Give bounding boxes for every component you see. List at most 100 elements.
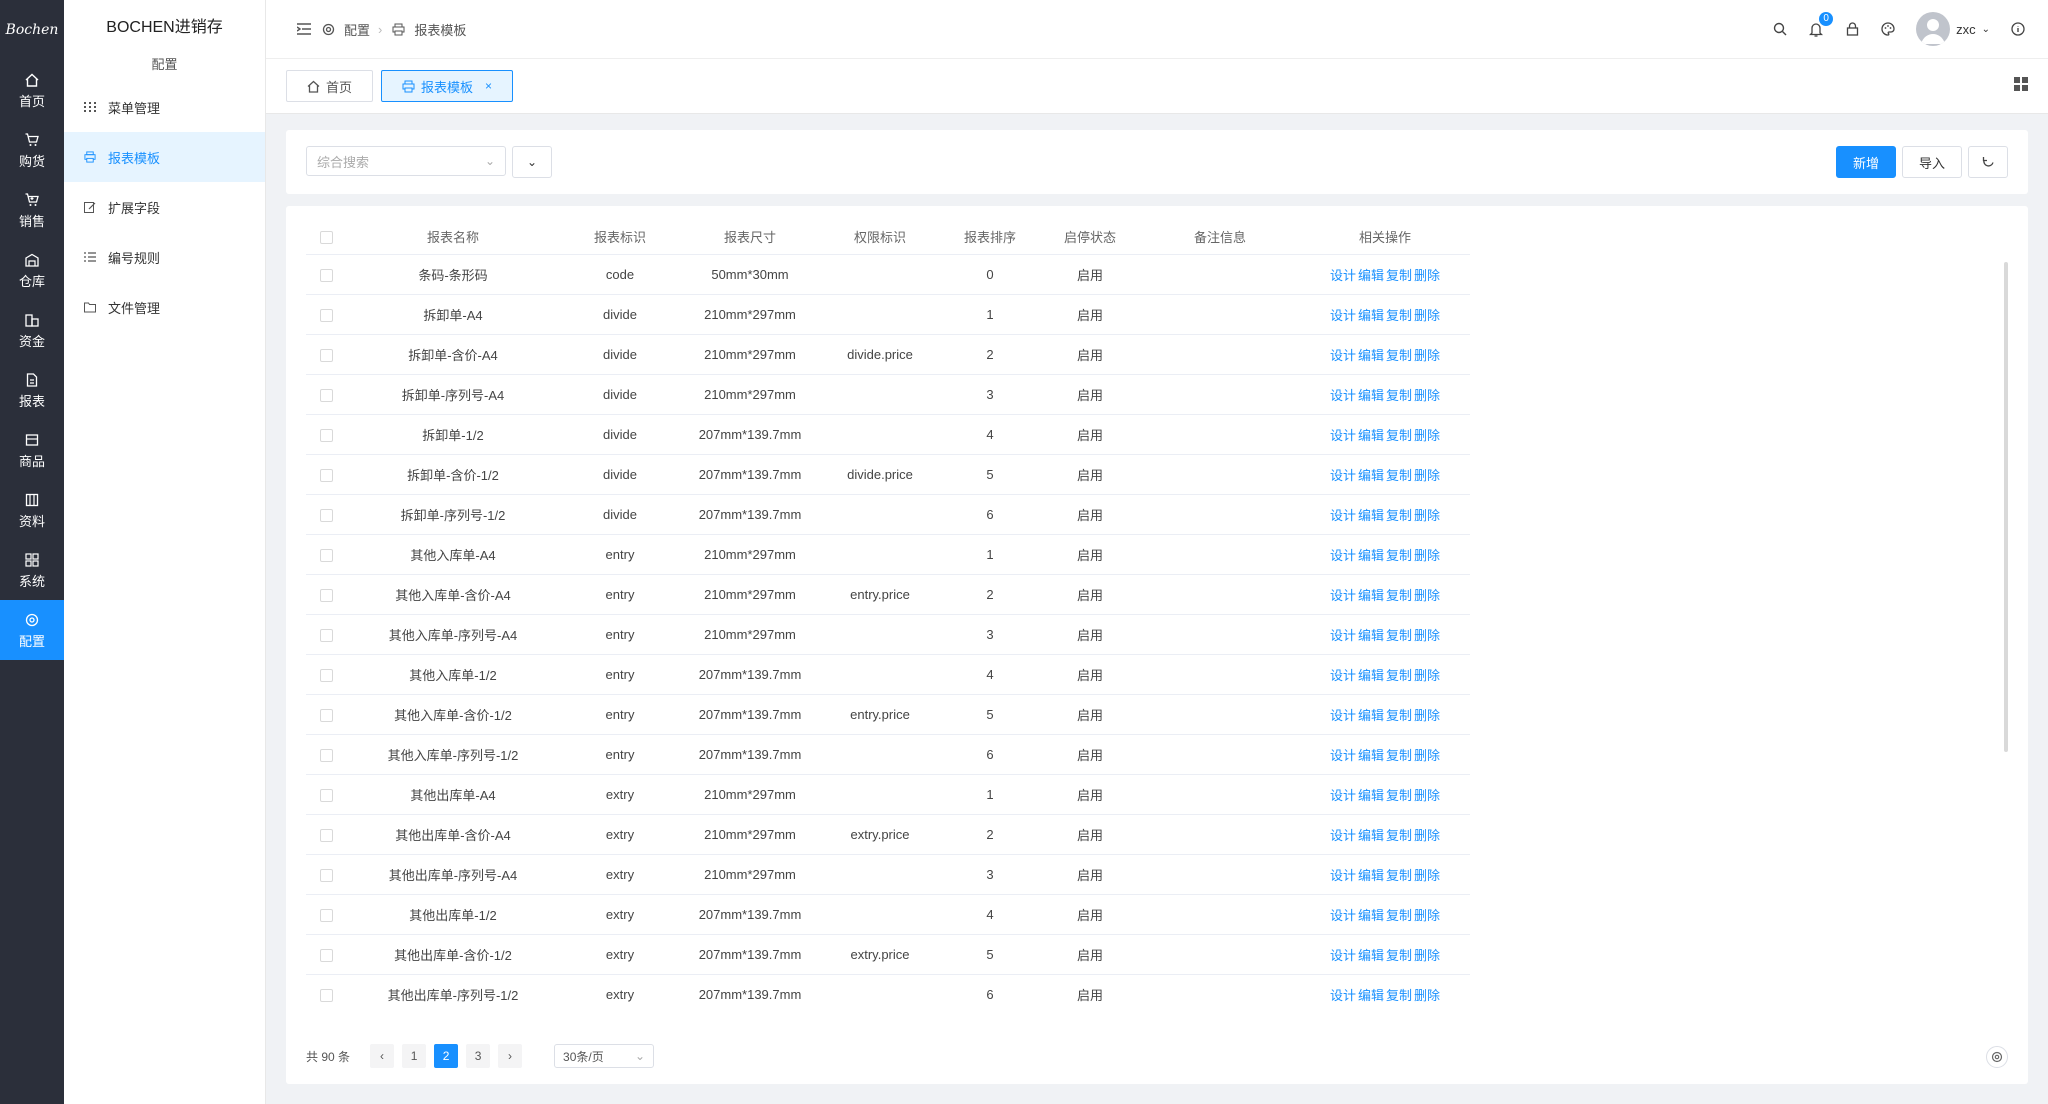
page-number-button[interactable]: 1 — [402, 1044, 427, 1068]
design-link[interactable]: 设计 — [1330, 548, 1356, 563]
rail-item[interactable]: 报表 — [0, 360, 64, 420]
edit-link[interactable]: 编辑 — [1358, 948, 1384, 963]
page-number-button[interactable]: 3 — [466, 1044, 491, 1068]
row-checkbox[interactable] — [319, 468, 333, 482]
table-settings-button[interactable] — [1986, 1046, 2008, 1068]
bell-icon[interactable]: 0 — [1808, 12, 1834, 37]
design-link[interactable]: 设计 — [1330, 308, 1356, 323]
row-checkbox[interactable] — [319, 708, 333, 722]
design-link[interactable]: 设计 — [1330, 668, 1356, 683]
copy-link[interactable]: 复制 — [1386, 988, 1412, 1003]
collapse-menu-icon[interactable] — [296, 21, 312, 37]
design-link[interactable]: 设计 — [1330, 388, 1356, 403]
add-button[interactable]: 新增 — [1836, 146, 1896, 178]
select-all-checkbox[interactable] — [319, 231, 333, 245]
row-checkbox[interactable] — [319, 868, 333, 882]
delete-link[interactable]: 删除 — [1414, 468, 1440, 483]
expand-search-button[interactable]: ⌄ — [512, 146, 552, 178]
copy-link[interactable]: 复制 — [1386, 788, 1412, 803]
rail-item[interactable]: 资金 — [0, 300, 64, 360]
design-link[interactable]: 设计 — [1330, 788, 1356, 803]
edit-link[interactable]: 编辑 — [1358, 348, 1384, 363]
copy-link[interactable]: 复制 — [1386, 868, 1412, 883]
rail-item[interactable]: 配置 — [0, 600, 64, 660]
edit-link[interactable]: 编辑 — [1358, 828, 1384, 843]
edit-link[interactable]: 编辑 — [1358, 708, 1384, 723]
vertical-scrollbar[interactable] — [2004, 262, 2008, 752]
edit-link[interactable]: 编辑 — [1358, 508, 1384, 523]
delete-link[interactable]: 删除 — [1414, 868, 1440, 883]
tab-home[interactable]: 首页 — [286, 70, 374, 102]
delete-link[interactable]: 删除 — [1414, 948, 1440, 963]
column-header[interactable]: 报表标识 — [560, 220, 680, 254]
row-checkbox[interactable] — [319, 348, 333, 362]
submenu-item[interactable]: 文件管理 — [64, 282, 265, 332]
row-checkbox[interactable] — [319, 948, 333, 962]
edit-link[interactable]: 编辑 — [1358, 908, 1384, 923]
delete-link[interactable]: 删除 — [1414, 428, 1440, 443]
submenu-item[interactable]: 扩展字段 — [64, 182, 265, 232]
refresh-button[interactable] — [1968, 146, 2008, 178]
edit-link[interactable]: 编辑 — [1358, 268, 1384, 283]
tab-report-template[interactable]: 报表模板 × — [381, 70, 514, 102]
copy-link[interactable]: 复制 — [1386, 668, 1412, 683]
row-checkbox[interactable] — [319, 668, 333, 682]
design-link[interactable]: 设计 — [1330, 588, 1356, 603]
copy-link[interactable]: 复制 — [1386, 748, 1412, 763]
design-link[interactable]: 设计 — [1330, 828, 1356, 843]
user-menu[interactable]: zxc ⌄ — [1916, 12, 1990, 46]
submenu-item[interactable]: 编号规则 — [64, 232, 265, 282]
row-checkbox[interactable] — [319, 268, 333, 282]
breadcrumb-item[interactable]: 配置 — [344, 20, 370, 39]
submenu-item[interactable]: 报表模板 — [64, 132, 265, 182]
copy-link[interactable]: 复制 — [1386, 348, 1412, 363]
edit-link[interactable]: 编辑 — [1358, 468, 1384, 483]
copy-link[interactable]: 复制 — [1386, 508, 1412, 523]
delete-link[interactable]: 删除 — [1414, 388, 1440, 403]
design-link[interactable]: 设计 — [1330, 748, 1356, 763]
rail-item[interactable]: 销售 — [0, 180, 64, 240]
copy-link[interactable]: 复制 — [1386, 628, 1412, 643]
row-checkbox[interactable] — [319, 628, 333, 642]
row-checkbox[interactable] — [319, 308, 333, 322]
close-icon[interactable]: × — [485, 79, 492, 93]
edit-link[interactable]: 编辑 — [1358, 428, 1384, 443]
design-link[interactable]: 设计 — [1330, 508, 1356, 523]
search-select[interactable]: 综合搜索 ⌄ — [306, 146, 506, 176]
design-link[interactable]: 设计 — [1330, 348, 1356, 363]
design-link[interactable]: 设计 — [1330, 708, 1356, 723]
rail-item[interactable]: 商品 — [0, 420, 64, 480]
row-checkbox[interactable] — [319, 388, 333, 402]
delete-link[interactable]: 删除 — [1414, 628, 1440, 643]
delete-link[interactable]: 删除 — [1414, 268, 1440, 283]
design-link[interactable]: 设计 — [1330, 268, 1356, 283]
edit-link[interactable]: 编辑 — [1358, 748, 1384, 763]
delete-link[interactable]: 删除 — [1414, 748, 1440, 763]
edit-link[interactable]: 编辑 — [1358, 788, 1384, 803]
copy-link[interactable]: 复制 — [1386, 908, 1412, 923]
palette-icon[interactable] — [1880, 21, 1896, 37]
layout-grid-icon[interactable] — [2014, 76, 2028, 96]
copy-link[interactable]: 复制 — [1386, 428, 1412, 443]
delete-link[interactable]: 删除 — [1414, 508, 1440, 523]
info-icon[interactable] — [2010, 21, 2026, 37]
edit-link[interactable]: 编辑 — [1358, 308, 1384, 323]
column-header[interactable]: 启停状态 — [1040, 220, 1140, 254]
design-link[interactable]: 设计 — [1330, 468, 1356, 483]
copy-link[interactable]: 复制 — [1386, 268, 1412, 283]
design-link[interactable]: 设计 — [1330, 868, 1356, 883]
page-size-select[interactable]: 30条/页 ⌄ — [554, 1044, 655, 1068]
row-checkbox[interactable] — [319, 908, 333, 922]
rail-item[interactable]: 资料 — [0, 480, 64, 540]
copy-link[interactable]: 复制 — [1386, 468, 1412, 483]
next-page-button[interactable]: › — [498, 1044, 523, 1068]
delete-link[interactable]: 删除 — [1414, 548, 1440, 563]
column-header[interactable]: 报表排序 — [940, 220, 1040, 254]
edit-link[interactable]: 编辑 — [1358, 588, 1384, 603]
page-number-button[interactable]: 2 — [434, 1044, 459, 1068]
edit-link[interactable]: 编辑 — [1358, 668, 1384, 683]
delete-link[interactable]: 删除 — [1414, 348, 1440, 363]
column-header[interactable]: 权限标识 — [820, 220, 940, 254]
copy-link[interactable]: 复制 — [1386, 588, 1412, 603]
row-checkbox[interactable] — [319, 988, 333, 1002]
